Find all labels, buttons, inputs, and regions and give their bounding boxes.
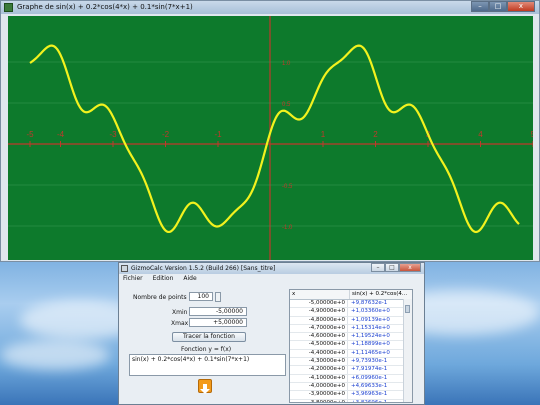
close-button[interactable]: x [507, 1, 535, 12]
table-row[interactable]: -4,60000e+0 +1,19524e+0 [290, 333, 412, 342]
minimize-button[interactable]: – [471, 1, 489, 12]
function-input[interactable]: sin(x) + 0.2*cos(4*x) + 0.1*sin(7*x+1) [129, 354, 286, 376]
x-tick-label: 2 [373, 130, 378, 139]
xmax-label: Xmax [171, 320, 189, 327]
xmax-input[interactable]: +5,00000 [189, 318, 247, 327]
table-row[interactable]: -3,90000e+0 +3,96963e-1 [290, 391, 412, 400]
x-tick-label: 5 [531, 130, 533, 139]
graph-window-titlebar[interactable]: Graphe de sin(x) + 0.2*cos(4*x) + 0.1*si… [1, 1, 539, 14]
close-button[interactable]: x [399, 263, 421, 272]
x-value: -3,90000e+0 [308, 391, 345, 398]
cloud [0, 340, 110, 370]
x-value: -4,30000e+0 [308, 358, 345, 365]
scrollbar-thumb[interactable] [405, 305, 410, 313]
y-tick-label: 1.0 [282, 61, 291, 67]
x-value: -4,20000e+0 [308, 366, 345, 373]
x-value: -4,70000e+0 [308, 324, 345, 331]
table-row[interactable]: -4,80000e+0 +1,09139e+0 [290, 316, 412, 325]
table-row[interactable]: -3,80000e+0 +3,82696e-1 [290, 399, 412, 403]
x-tick-label: 1 [321, 130, 326, 139]
gizmocalc-titlebar[interactable]: GizmoCalc Version 1.5.2 (Build 266) [San… [119, 263, 424, 274]
maximize-button[interactable]: □ [385, 263, 399, 272]
x-tick-label: -4 [57, 130, 65, 139]
x-value: -4,10000e+0 [308, 374, 345, 381]
column-fx: sin(x) + 0.2*cos(4... [349, 290, 409, 299]
points-input[interactable]: 100 [189, 292, 213, 301]
x-value: -4,90000e+0 [308, 308, 345, 315]
table-row[interactable]: -4,70000e+0 +1,15314e+0 [290, 324, 412, 334]
menu-fichier[interactable]: Fichier [123, 274, 143, 284]
values-table: x sin(x) + 0.2*cos(4... -5,00000e+0 +9,87… [289, 289, 413, 403]
x-tick-label: -1 [214, 130, 222, 139]
function-label: Fonction y = f(x) [181, 346, 232, 353]
down-arrow-icon [200, 384, 210, 394]
y-tick-label: -0.5 [282, 184, 293, 190]
compute-table-button[interactable] [198, 379, 212, 394]
y-tick-label: -1.0 [282, 225, 293, 231]
minimize-button[interactable]: – [371, 263, 385, 272]
gizmocalc-title: GizmoCalc Version 1.5.2 (Build 266) [San… [131, 265, 276, 272]
fx-value: +1,09139e+0 [347, 316, 403, 324]
table-row[interactable]: -4,00000e+0 +4,69633e-1 [290, 382, 412, 392]
x-tick-label: 4 [478, 130, 483, 139]
x-value: -4,00000e+0 [308, 382, 345, 389]
fx-value: +9,73930e-1 [347, 358, 403, 366]
fx-value: +3,82696e-1 [347, 399, 403, 402]
fx-value: +7,91974e-1 [347, 366, 403, 374]
calculator-icon [121, 265, 128, 272]
fx-value: +1,11465e+0 [347, 349, 403, 358]
x-value: -4,60000e+0 [308, 333, 345, 340]
gizmocalc-window: GizmoCalc Version 1.5.2 (Build 266) [San… [118, 262, 425, 405]
xmin-label: Xmin [172, 309, 188, 316]
table-body: -5,00000e+0 +9,87632e-1 -4,90000e+0 +1,0336… [290, 300, 412, 403]
table-row[interactable]: -4,10000e+0 +6,09960e-1 [290, 374, 412, 383]
graph-window-title: Graphe de sin(x) + 0.2*cos(4*x) + 0.1*si… [17, 3, 193, 11]
column-x: x [292, 291, 296, 297]
menu-edition[interactable]: Edition [153, 274, 174, 284]
x-value: -4,80000e+0 [308, 316, 345, 323]
x-tick-label: -5 [26, 130, 34, 139]
maximize-button[interactable]: □ [489, 1, 507, 12]
y-tick-label: 0.5 [282, 102, 291, 108]
fx-value: +1,19524e+0 [347, 333, 403, 341]
x-value: -4,40000e+0 [308, 349, 345, 356]
table-row[interactable]: -4,50000e+0 +1,18899e+0 [290, 341, 412, 350]
table-scrollbar[interactable] [403, 299, 412, 402]
fx-value: +1,18899e+0 [347, 341, 403, 349]
menu-aide[interactable]: Aide [183, 274, 196, 284]
plot-canvas: -5-4-3-2-1123451.00.5-0.5-1.0 [8, 16, 536, 260]
table-header: x sin(x) + 0.2*cos(4... [290, 290, 412, 300]
points-label: Nombre de points [133, 294, 187, 301]
x-value: -3,80000e+0 [308, 399, 345, 403]
fx-value: +6,09960e-1 [347, 374, 403, 382]
x-tick-label: -3 [109, 130, 117, 139]
table-row[interactable]: -4,90000e+0 +1,03360e+0 [290, 308, 412, 317]
fx-value: +3,96963e-1 [347, 391, 403, 399]
table-row[interactable]: -5,00000e+0 +9,87632e-1 [290, 300, 412, 309]
fx-value: +1,03360e+0 [347, 308, 403, 316]
table-row[interactable]: -4,40000e+0 +1,11465e+0 [290, 349, 412, 359]
fx-value: +9,87632e-1 [347, 300, 403, 308]
plot-function-button[interactable]: Tracer la fonction [172, 332, 246, 342]
x-value: -5,00000e+0 [308, 300, 345, 306]
table-row[interactable]: -4,20000e+0 +7,91974e-1 [290, 366, 412, 375]
fx-value: +4,69633e-1 [347, 382, 403, 391]
function-curve [29, 44, 520, 234]
table-row[interactable]: -4,30000e+0 +9,73930e-1 [290, 358, 412, 367]
app-icon [4, 3, 13, 12]
points-spinner[interactable] [215, 292, 221, 302]
menu-bar: Fichier Edition Aide [119, 274, 424, 284]
x-tick-label: -2 [162, 130, 170, 139]
graph-window: Graphe de sin(x) + 0.2*cos(4*x) + 0.1*si… [0, 0, 540, 262]
x-value: -4,50000e+0 [308, 341, 345, 348]
xmin-input[interactable]: -5,00000 [189, 307, 247, 316]
fx-value: +1,15314e+0 [347, 324, 403, 333]
function-plot[interactable]: -5-4-3-2-1123451.00.5-0.5-1.0 [8, 16, 536, 260]
